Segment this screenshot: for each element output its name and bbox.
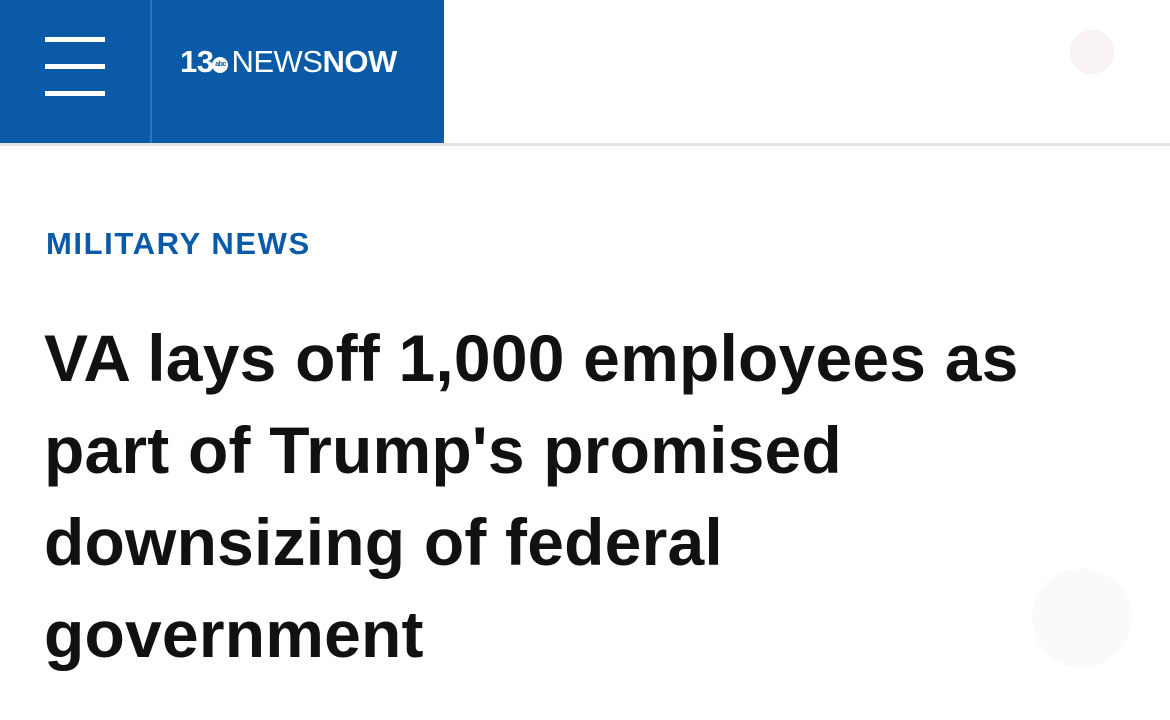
hamburger-menu-icon[interactable] xyxy=(0,0,150,143)
menu-line xyxy=(45,37,105,42)
header-divider xyxy=(150,0,152,143)
weather-sun-icon xyxy=(1070,30,1114,74)
floating-action-icon xyxy=(1032,568,1132,668)
weather-widget[interactable] xyxy=(890,10,1160,120)
weather-temperature xyxy=(900,10,909,49)
brand-bar: 13 abc NEWS NOW xyxy=(0,0,444,143)
abc-network-icon: abc xyxy=(212,57,229,73)
article-category-link[interactable]: MILITARY NEWS xyxy=(46,226,311,262)
article-headline: VA lays off 1,000 employees as part of T… xyxy=(44,321,1019,671)
site-header: 13 abc NEWS NOW xyxy=(0,0,1170,146)
menu-line xyxy=(45,64,105,69)
weather-label xyxy=(1010,82,1017,113)
header-divider-line xyxy=(0,143,1170,146)
menu-line xyxy=(45,91,105,96)
logo-news-text: NEWS xyxy=(231,44,323,79)
logo-channel-number: 13 xyxy=(180,44,214,79)
logo-now-text: NOW xyxy=(322,44,397,79)
site-logo[interactable]: 13 abc NEWS NOW xyxy=(180,44,397,80)
